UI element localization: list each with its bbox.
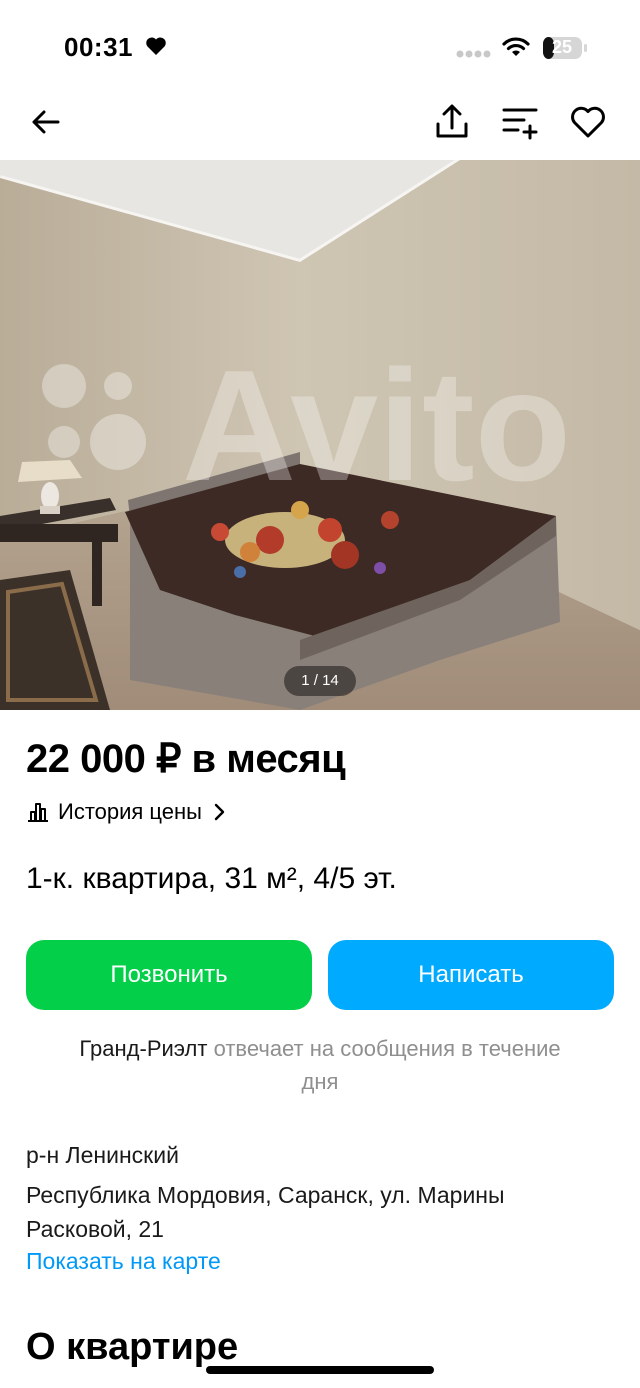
heart-outline-icon[interactable] xyxy=(568,102,608,142)
price: 22 000 ₽ в месяц xyxy=(26,737,346,781)
bedroom-photo-image: Avito xyxy=(0,160,640,710)
listing-title: 1-к. квартира, 31 м², 4/5 эт. xyxy=(26,862,397,895)
section-title-about-apartment: О квартире xyxy=(26,1326,239,1368)
response-time-text: отвечает на сообщения в течение дня xyxy=(207,1036,561,1094)
wifi-icon xyxy=(502,37,530,56)
call-button[interactable]: Позвонить xyxy=(26,940,312,1010)
agency-name[interactable]: Гранд-Риэлт xyxy=(79,1036,207,1061)
price-history-link[interactable]: История цены xyxy=(26,796,230,828)
status-time: 00:31 xyxy=(64,32,133,62)
compare-list-icon[interactable] xyxy=(500,102,540,142)
listing-photo[interactable]: Avito xyxy=(0,160,640,710)
battery-level: 25 xyxy=(552,37,573,57)
bar-chart-icon xyxy=(28,803,48,822)
show-on-map-link[interactable]: Показать на карте xyxy=(26,1248,221,1275)
cellular-signal-icon xyxy=(456,50,491,58)
share-icon[interactable] xyxy=(432,102,472,142)
seller-response-note: Гранд-Риэлт отвечает на сообщения в тече… xyxy=(60,1032,580,1098)
address: Республика Мордовия, Саранск, ул. Марины… xyxy=(26,1182,505,1242)
write-message-button[interactable]: Написать xyxy=(328,940,614,1010)
arrow-left-icon[interactable] xyxy=(26,102,66,142)
price-history-label: История цены xyxy=(58,799,202,824)
photo-counter: 1 / 14 xyxy=(284,666,356,696)
heart-status-icon xyxy=(146,37,166,55)
home-indicator[interactable] xyxy=(206,1366,434,1374)
avito-watermark: Avito xyxy=(182,338,571,514)
chevron-right-icon xyxy=(214,803,225,821)
district: р-н Ленинский xyxy=(26,1142,179,1168)
